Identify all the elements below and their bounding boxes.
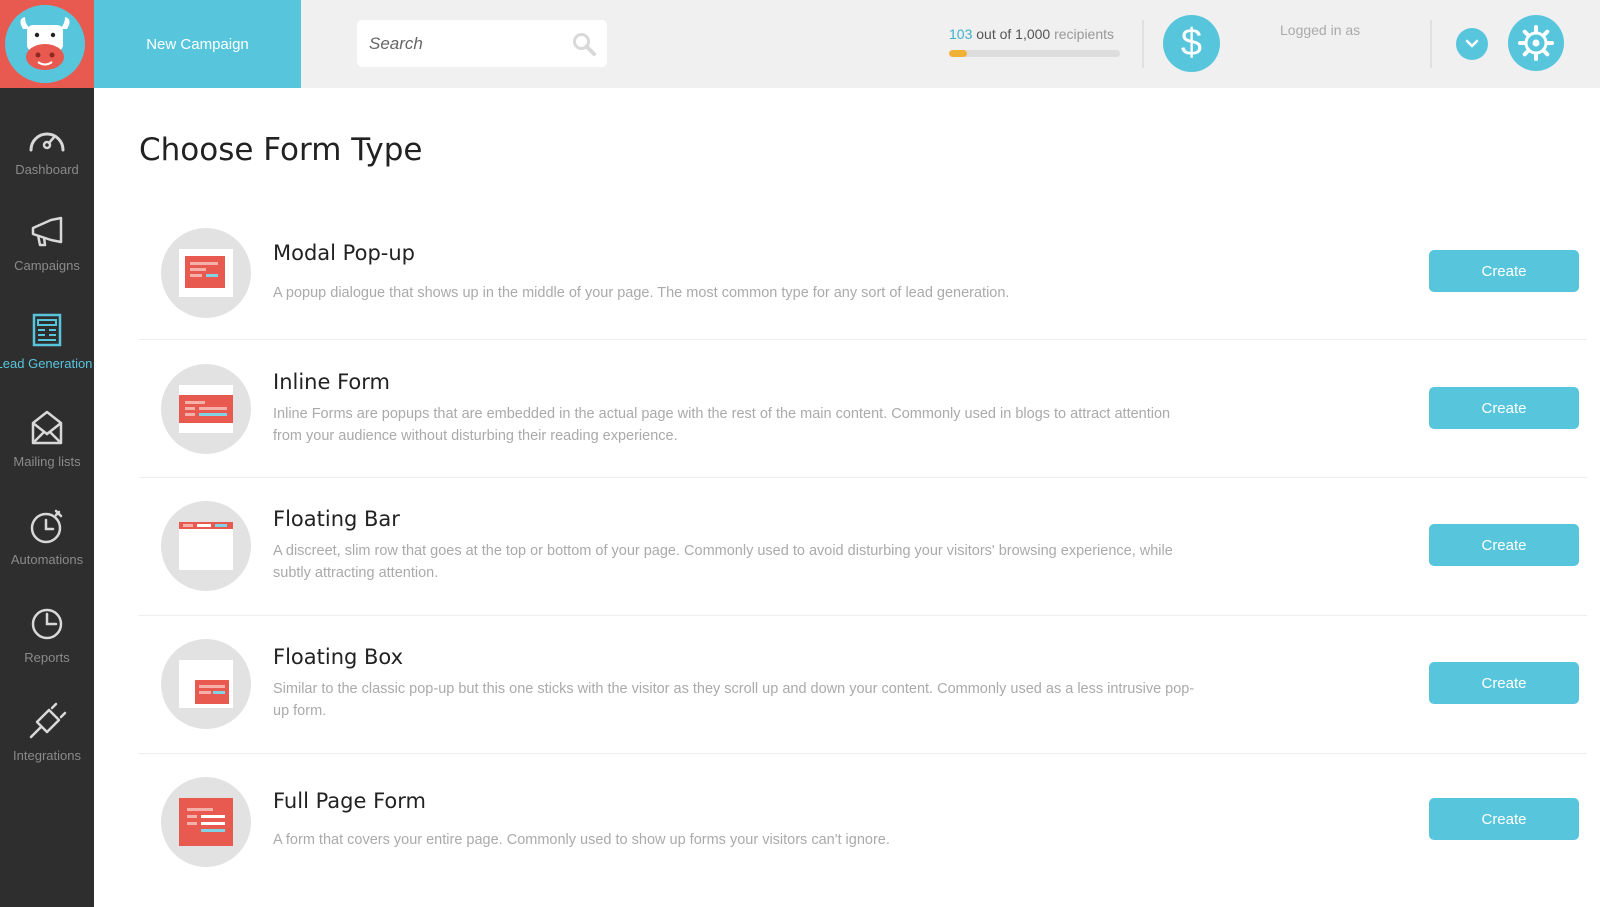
- form-type-title: Full Page Form: [273, 789, 426, 813]
- form-type-row: Modal Pop-up A popup dialogue that shows…: [139, 202, 1587, 340]
- top-bar: New Campaign 103 out of 1,000 recipients…: [0, 0, 1600, 88]
- gear-icon: [1518, 25, 1554, 61]
- modal-popup-icon: [161, 228, 251, 318]
- new-campaign-button[interactable]: New Campaign: [94, 0, 301, 88]
- dollar-icon: $: [1180, 22, 1203, 64]
- create-inline-form-button[interactable]: Create: [1429, 387, 1579, 429]
- megaphone-icon: [31, 216, 63, 247]
- sidebar-item-dashboard[interactable]: Dashboard: [0, 122, 94, 212]
- recipients-progress-fill: [949, 50, 967, 57]
- sidebar-item-label: Campaigns: [14, 258, 80, 273]
- chevron-down-icon: [1465, 39, 1479, 48]
- settings-button[interactable]: [1508, 15, 1564, 71]
- form-type-description: A form that covers your entire page. Com…: [273, 832, 890, 848]
- sidebar-item-label: Automations: [10, 552, 84, 567]
- sidebar-item-campaigns[interactable]: Campaigns: [0, 212, 94, 302]
- create-full-page-form-button[interactable]: Create: [1429, 798, 1579, 840]
- logo[interactable]: [0, 0, 94, 88]
- recipients-suffix: recipients: [1050, 26, 1115, 42]
- form-type-title: Floating Box: [273, 645, 404, 669]
- create-modal-popup-button[interactable]: Create: [1429, 250, 1579, 292]
- header-divider: [1142, 20, 1144, 68]
- sidebar-item-mailing-lists[interactable]: Mailing lists: [0, 408, 94, 498]
- stopwatch-icon: [30, 509, 63, 544]
- sidebar-item-label: Dashboard: [15, 162, 79, 177]
- form-type-description: A discreet, slim row that goes at the to…: [273, 543, 1173, 581]
- create-floating-bar-button[interactable]: Create: [1429, 524, 1579, 566]
- create-floating-box-button[interactable]: Create: [1429, 662, 1579, 704]
- sidebar-item-reports[interactable]: Reports: [0, 604, 94, 694]
- form-type-row: Floating Bar A discreet, slim row that g…: [139, 478, 1587, 616]
- account-dropdown-button[interactable]: [1456, 28, 1488, 60]
- form-type-row: Floating Box Similar to the classic pop-…: [139, 616, 1587, 754]
- search-input[interactable]: [369, 30, 559, 57]
- sidebar-item-integrations[interactable]: Integrations: [0, 702, 94, 792]
- icon-card: [179, 660, 233, 708]
- sidebar-item-label: Integrations: [13, 748, 81, 763]
- sidebar-item-label: Mailing lists: [13, 454, 81, 469]
- sidebar-item-label: Lead Generation: [0, 356, 93, 371]
- page-title: Choose Form Type: [139, 132, 423, 168]
- full-page-form-icon: [161, 777, 251, 867]
- icon-card: [179, 522, 233, 570]
- icon-card: [179, 798, 233, 846]
- sidebar-item-lead-generation[interactable]: Lead Generation: [0, 310, 94, 400]
- form-type-title: Modal Pop-up: [273, 241, 415, 265]
- form-type-description: A popup dialogue that shows up in the mi…: [273, 285, 1010, 301]
- clock-icon: [31, 608, 63, 640]
- form-type-row: Inline Form Inline Forms are popups that…: [139, 340, 1587, 478]
- plug-icon: [29, 702, 67, 739]
- header-divider: [1430, 20, 1432, 68]
- form-icon: [32, 313, 62, 347]
- search-icon[interactable]: [571, 31, 597, 57]
- recipients-counter: 103 out of 1,000 recipients: [949, 26, 1121, 42]
- cow-logo-icon: [5, 5, 85, 83]
- billing-button[interactable]: $: [1163, 15, 1220, 72]
- icon-card: [179, 385, 233, 433]
- form-type-title: Floating Bar: [273, 507, 400, 531]
- icon-card: [179, 249, 233, 297]
- form-type-description: Similar to the classic pop-up but this o…: [273, 681, 1195, 719]
- recipients-total: out of 1,000: [972, 26, 1051, 42]
- sidebar-item-automations[interactable]: Automations: [0, 506, 94, 596]
- envelope-icon: [31, 410, 63, 445]
- inline-form-icon: [161, 364, 251, 454]
- floating-box-icon: [161, 639, 251, 729]
- sidebar-item-label: Reports: [24, 650, 70, 665]
- logged-in-label: Logged in as: [1280, 22, 1361, 38]
- dashboard-icon: [29, 132, 65, 152]
- form-type-description: Inline Forms are popups that are embedde…: [273, 406, 1171, 444]
- recipients-count: 103: [949, 26, 973, 42]
- form-type-row: Full Page Form A form that covers your e…: [139, 754, 1587, 894]
- recipients-progress-bar: [949, 50, 1120, 57]
- floating-bar-icon: [161, 501, 251, 591]
- search-box: [357, 20, 607, 67]
- form-type-title: Inline Form: [273, 370, 390, 394]
- sidebar: Dashboard Campaigns Lead Generation Mail…: [0, 88, 94, 907]
